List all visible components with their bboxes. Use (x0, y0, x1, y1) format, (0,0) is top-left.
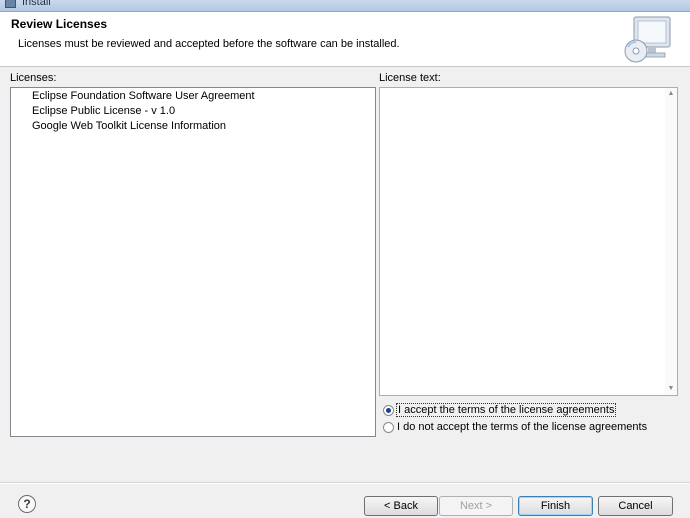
license-text-label: License text: (379, 72, 441, 84)
license-item-eclipse-public[interactable]: Eclipse Public License - v 1.0 (32, 105, 175, 117)
eclipse-app-icon (5, 0, 16, 8)
window-titlebar: Install (0, 0, 690, 12)
license-item-eclipse-foundation[interactable]: Eclipse Foundation Software User Agreeme… (32, 90, 255, 102)
page-title: Review Licenses (11, 17, 108, 31)
wizard-computer-cd-icon (624, 16, 671, 63)
accept-radio-label[interactable]: I accept the terms of the license agreem… (396, 403, 617, 417)
decline-radio-button[interactable] (383, 422, 394, 433)
license-text-area[interactable]: ▲ ▼ (379, 87, 678, 396)
licenses-list[interactable]: Eclipse Foundation Software User Agreeme… (10, 87, 376, 437)
licenses-label: Licenses: (10, 72, 57, 84)
license-item-gwt[interactable]: Google Web Toolkit License Information (32, 120, 226, 132)
next-button[interactable]: Next > (439, 496, 513, 516)
window-title: Install (22, 0, 51, 8)
accept-radio-button[interactable] (383, 405, 394, 416)
back-button[interactable]: < Back (364, 496, 438, 516)
wizard-header: Review Licenses Licenses must be reviewe… (0, 12, 690, 67)
scroll-up-icon[interactable]: ▲ (665, 88, 677, 100)
scroll-down-icon[interactable]: ▼ (665, 383, 677, 395)
license-text-scrollbar[interactable]: ▲ ▼ (665, 88, 677, 395)
page-description: Licenses must be reviewed and accepted b… (18, 38, 400, 50)
cancel-button[interactable]: Cancel (598, 496, 673, 516)
footer-separator (0, 482, 690, 484)
finish-button[interactable]: Finish (518, 496, 593, 516)
help-icon[interactable]: ? (18, 495, 36, 513)
decline-radio-label[interactable]: I do not accept the terms of the license… (396, 421, 648, 433)
